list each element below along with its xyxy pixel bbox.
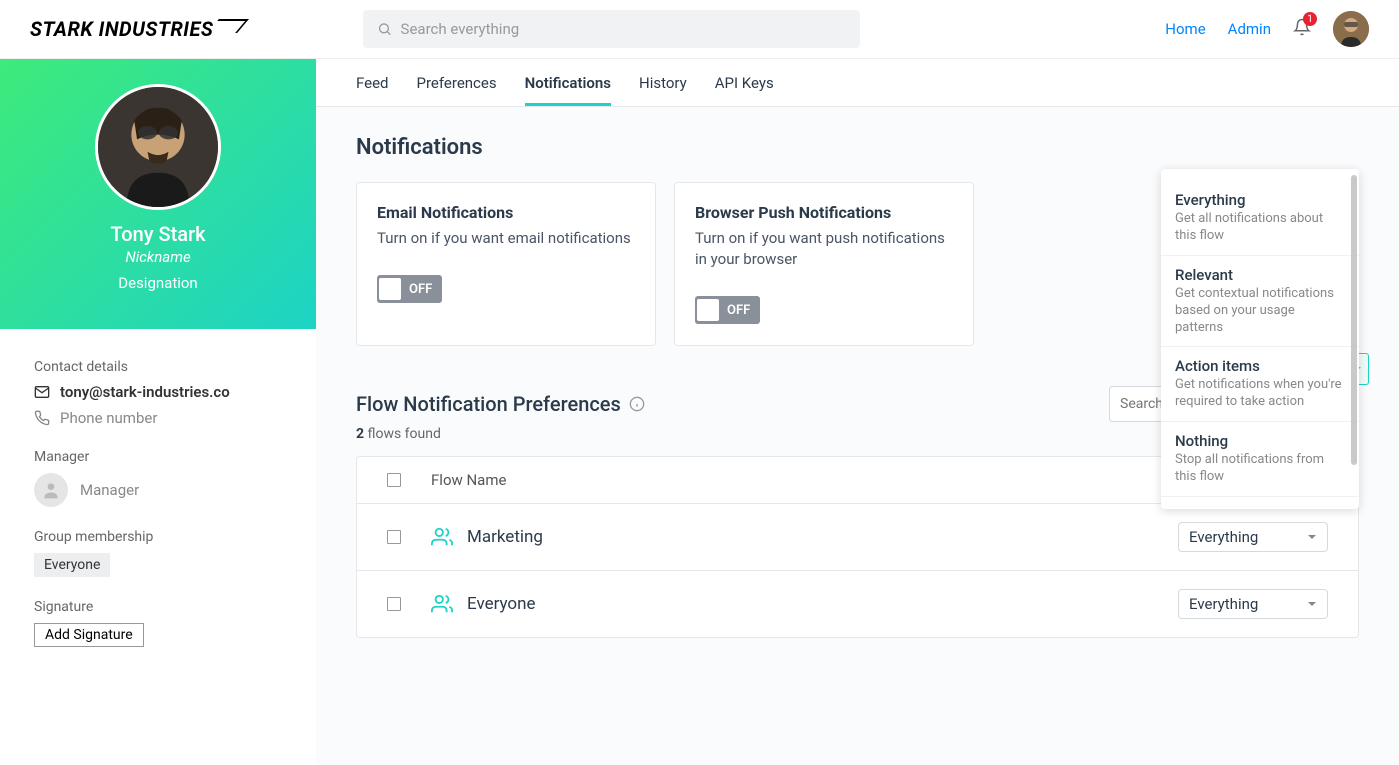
- option-title: Nothing: [1175, 432, 1345, 450]
- group-section: Group membership Everyone: [34, 529, 282, 577]
- option-desc: Get all notifications about this flow: [1175, 211, 1345, 245]
- logo[interactable]: STARK INDUSTRIES: [30, 17, 243, 41]
- people-icon: [431, 593, 453, 615]
- col-flowname: Flow Name: [431, 471, 506, 489]
- option-title: Action items: [1175, 357, 1345, 375]
- header: STARK INDUSTRIES Home Admin 1: [0, 0, 1399, 59]
- home-link[interactable]: Home: [1165, 20, 1205, 38]
- dropdown-option-everything[interactable]: Everything Get all notifications about t…: [1161, 181, 1359, 256]
- contact-label: Contact details: [34, 359, 282, 375]
- option-desc: Get notifications when you're required t…: [1175, 377, 1345, 411]
- content: Feed Preferences Notifications History A…: [316, 59, 1399, 765]
- select-all-checkbox[interactable]: [387, 473, 401, 487]
- manager-label: Manager: [34, 449, 282, 465]
- email-value: tony@stark-industries.co: [60, 383, 230, 401]
- profile-name: Tony Stark: [110, 222, 205, 246]
- admin-link[interactable]: Admin: [1228, 20, 1271, 38]
- main-layout: Tony Stark Nickname Designation Contact …: [0, 59, 1399, 765]
- tab-history[interactable]: History: [639, 59, 687, 106]
- search-icon: [377, 21, 392, 37]
- manager-section: Manager Manager: [34, 449, 282, 507]
- option-title: Everything: [1175, 191, 1345, 209]
- tab-apikeys[interactable]: API Keys: [715, 59, 774, 106]
- table-row: Marketing Everything: [357, 504, 1358, 571]
- flow-preference-select[interactable]: Everything: [1178, 589, 1328, 619]
- row-checkbox[interactable]: [387, 597, 401, 611]
- group-label: Group membership: [34, 529, 282, 545]
- flow-preference-select[interactable]: Everything: [1178, 522, 1328, 552]
- user-avatar[interactable]: [1333, 11, 1369, 47]
- dropdown-option-nothing[interactable]: Nothing Stop all notifications from this…: [1161, 422, 1359, 497]
- flow-name: Everyone: [467, 594, 536, 614]
- email-card-desc: Turn on if you want email notifications: [377, 228, 635, 249]
- email-row: tony@stark-industries.co: [34, 383, 282, 401]
- flow-prefs-title: Flow Notification Preferences: [356, 392, 645, 416]
- page-title: Notifications: [356, 135, 1359, 160]
- manager-value: Manager: [80, 481, 139, 499]
- sidebar: Tony Stark Nickname Designation Contact …: [0, 59, 316, 765]
- global-search[interactable]: [363, 10, 860, 48]
- signature-section: Signature Add Signature: [34, 599, 282, 647]
- browser-card-desc: Turn on if you want push notifications i…: [695, 228, 953, 270]
- people-icon: [431, 526, 453, 548]
- email-toggle-label: OFF: [401, 282, 440, 297]
- option-desc: Stop all notifications from this flow: [1175, 452, 1345, 486]
- tab-preferences[interactable]: Preferences: [417, 59, 497, 106]
- browser-toggle-label: OFF: [719, 303, 758, 318]
- manager-row: Manager: [34, 473, 282, 507]
- phone-row: Phone number: [34, 409, 282, 427]
- dropdown-option-action-items[interactable]: Action items Get notifications when you'…: [1161, 347, 1359, 422]
- add-signature-button[interactable]: Add Signature: [34, 623, 144, 647]
- profile-avatar[interactable]: [95, 84, 221, 210]
- tabs: Feed Preferences Notifications History A…: [316, 59, 1399, 107]
- scrollbar[interactable]: [1351, 175, 1357, 465]
- table-row: Everyone Everything: [357, 571, 1358, 637]
- profile-designation: Designation: [118, 274, 197, 292]
- option-desc: Get contextual notifications based on yo…: [1175, 286, 1345, 337]
- row-checkbox[interactable]: [387, 530, 401, 544]
- profile-nickname: Nickname: [125, 248, 190, 266]
- tab-feed[interactable]: Feed: [356, 59, 389, 106]
- notifications-bell[interactable]: 1: [1293, 18, 1311, 40]
- browser-toggle[interactable]: OFF: [695, 296, 760, 324]
- contact-section: Contact details tony@stark-industries.co…: [34, 359, 282, 427]
- email-notification-card: Email Notifications Turn on if you want …: [356, 182, 656, 346]
- profile-card: Tony Stark Nickname Designation: [0, 59, 316, 329]
- chevron-down-icon: [1307, 532, 1317, 542]
- preference-dropdown: Everything Get all notifications about t…: [1161, 169, 1359, 509]
- group-tag[interactable]: Everyone: [34, 553, 110, 577]
- manager-avatar: [34, 473, 68, 507]
- toggle-knob: [697, 299, 719, 321]
- option-title: Relevant: [1175, 266, 1345, 284]
- search-input[interactable]: [401, 20, 847, 38]
- phone-value: Phone number: [60, 409, 157, 427]
- browser-notification-card: Browser Push Notifications Turn on if yo…: [674, 182, 974, 346]
- info-icon[interactable]: [629, 396, 645, 412]
- signature-label: Signature: [34, 599, 282, 615]
- tab-notifications[interactable]: Notifications: [525, 59, 611, 106]
- mail-icon: [34, 384, 50, 400]
- notification-badge: 1: [1303, 12, 1317, 26]
- flow-name: Marketing: [467, 527, 543, 547]
- chevron-down-icon: [1307, 599, 1317, 609]
- dropdown-option-relevant[interactable]: Relevant Get contextual notifications ba…: [1161, 256, 1359, 348]
- browser-card-title: Browser Push Notifications: [695, 203, 953, 222]
- phone-icon: [34, 410, 50, 426]
- header-right: Home Admin 1: [1165, 11, 1369, 47]
- toggle-knob: [379, 278, 401, 300]
- email-card-title: Email Notifications: [377, 203, 635, 222]
- profile-details: Contact details tony@stark-industries.co…: [0, 329, 316, 699]
- email-toggle[interactable]: OFF: [377, 275, 442, 303]
